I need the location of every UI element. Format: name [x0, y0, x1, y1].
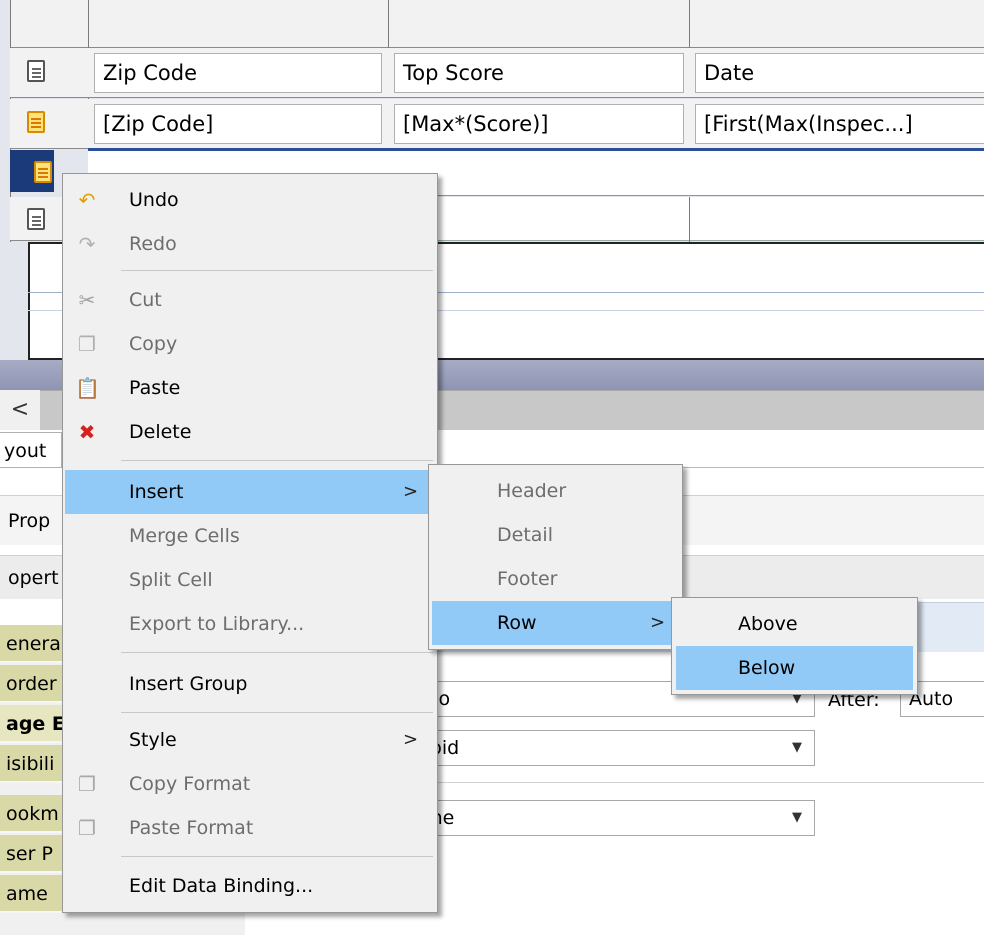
menu-label: Edit Data Binding...	[129, 875, 314, 897]
column-divider	[689, 0, 690, 48]
menu-label: Paste	[129, 377, 181, 399]
column-divider	[388, 0, 389, 48]
menu-label: Insert Group	[129, 673, 248, 695]
delete-icon: ✖	[78, 420, 96, 444]
submenu-item-header[interactable]: Header	[429, 469, 682, 513]
menu-item-paste-format[interactable]: ❐ Paste Format	[63, 806, 437, 850]
menu-item-edit-data-binding[interactable]: Edit Data Binding...	[63, 864, 437, 908]
menu-separator	[121, 460, 433, 461]
data-cell-top-score[interactable]: [Max*(Score)]	[394, 104, 684, 144]
tab-layout[interactable]: yout	[0, 432, 62, 468]
header-cell-top-score[interactable]: Top Score	[394, 53, 684, 93]
header-row-icon[interactable]	[27, 60, 45, 82]
menu-label: Delete	[129, 421, 192, 443]
menu-label: Paste Format	[129, 817, 254, 839]
chevron-right-icon: >	[403, 729, 419, 750]
menu-label: Style	[129, 729, 177, 751]
context-menu: ↶ Undo ↷ Redo ✂ Cut ❐ Copy 📋 Paste ✖ Del…	[62, 173, 438, 913]
header-cell-date[interactable]: Date	[695, 53, 984, 93]
copy-format-icon: ❐	[78, 772, 96, 796]
row-submenu: Above Below	[671, 597, 918, 695]
menu-separator	[121, 856, 433, 857]
scroll-left-button[interactable]: <	[0, 390, 40, 430]
menu-label: Redo	[129, 233, 177, 255]
menu-item-insert[interactable]: Insert >	[65, 470, 429, 514]
menu-item-insert-group[interactable]: Insert Group	[63, 662, 437, 706]
chevron-down-icon: ▼	[792, 740, 802, 755]
menu-item-style[interactable]: Style >	[63, 718, 437, 762]
menu-item-export-to-library[interactable]: Export to Library...	[63, 602, 437, 646]
menu-separator	[121, 270, 433, 271]
menu-label: Cut	[129, 289, 162, 311]
data-row-icon[interactable]	[27, 111, 45, 133]
column-divider	[689, 197, 690, 242]
data-cell-date[interactable]: [First(Max(Inspec...]	[695, 104, 984, 144]
menu-label: Header	[497, 480, 567, 502]
menu-label: Above	[738, 613, 798, 635]
menu-separator	[121, 712, 433, 713]
header-cell-zip-code[interactable]: Zip Code	[94, 53, 382, 93]
menu-item-redo[interactable]: ↷ Redo	[63, 222, 437, 266]
chevron-right-icon: >	[403, 481, 419, 502]
menu-item-copy[interactable]: ❐ Copy	[63, 322, 437, 366]
submenu-item-row[interactable]: Row >	[432, 601, 677, 645]
menu-label: Below	[738, 657, 796, 679]
selected-row-icon	[34, 161, 52, 183]
submenu-item-footer[interactable]: Footer	[429, 557, 682, 601]
submenu-item-above[interactable]: Above	[672, 602, 917, 646]
menu-label: Detail	[497, 524, 553, 546]
footer-row-icon[interactable]	[27, 208, 45, 230]
visibility-select[interactable]: one ▼	[410, 800, 815, 836]
menu-separator	[121, 652, 433, 653]
scissors-icon: ✂	[78, 288, 96, 312]
menu-item-split-cell[interactable]: Split Cell	[63, 558, 437, 602]
insert-submenu: Header Detail Footer Row >	[428, 464, 683, 650]
paste-format-icon: ❐	[78, 816, 96, 840]
page-break-inside-select[interactable]: void ▼	[410, 730, 815, 766]
menu-label: Export to Library...	[129, 613, 305, 635]
menu-item-cut[interactable]: ✂ Cut	[63, 278, 437, 322]
submenu-item-below[interactable]: Below	[676, 646, 913, 690]
paste-icon: 📋	[75, 376, 100, 400]
menu-label: Undo	[129, 189, 179, 211]
menu-item-delete[interactable]: ✖ Delete	[63, 410, 437, 454]
menu-item-undo[interactable]: ↶ Undo	[63, 178, 437, 222]
menu-item-merge-cells[interactable]: Merge Cells	[63, 514, 437, 558]
undo-icon: ↶	[78, 188, 96, 212]
menu-label: Insert	[129, 481, 184, 503]
menu-label: Split Cell	[129, 569, 213, 591]
data-cell-zip-code[interactable]: [Zip Code]	[94, 104, 382, 144]
menu-item-copy-format[interactable]: ❐ Copy Format	[63, 762, 437, 806]
menu-label: Merge Cells	[129, 525, 240, 547]
submenu-item-detail[interactable]: Detail	[429, 513, 682, 557]
menu-label: Footer	[497, 568, 558, 590]
menu-item-paste[interactable]: 📋 Paste	[63, 366, 437, 410]
chevron-right-icon: >	[650, 612, 666, 633]
menu-label: Copy Format	[129, 773, 251, 795]
menu-label: Copy	[129, 333, 178, 355]
column-header-row	[10, 0, 984, 48]
redo-icon: ↷	[78, 232, 96, 256]
menu-label: Row	[497, 612, 537, 634]
chevron-down-icon: ▼	[792, 810, 802, 825]
copy-icon: ❐	[78, 332, 96, 356]
